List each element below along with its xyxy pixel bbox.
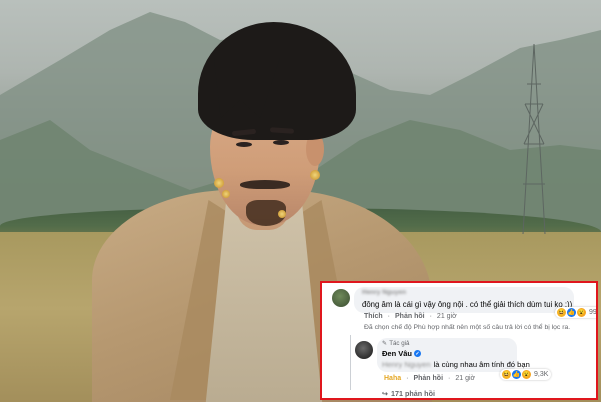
commenter-name[interactable]: Henry Nguyen: [362, 289, 406, 296]
wow-icon: 😮: [522, 370, 531, 379]
like-icon: 👍: [512, 370, 521, 379]
author-badge-label: Tác giả: [389, 340, 410, 347]
haha-icon: 😆: [557, 308, 566, 317]
separator: ·: [387, 313, 391, 320]
comment-timestamp[interactable]: 21 giờ: [437, 313, 457, 320]
wow-icon: 😮: [577, 308, 586, 317]
reply-text: Henry Nguyen là cùng nhau âm tính đó bạn: [382, 360, 530, 369]
flower-decoration: [310, 170, 320, 180]
reply-author-name[interactable]: Đen Vâu: [382, 349, 412, 358]
reply-arrow-icon: ↪: [382, 389, 389, 398]
verified-icon: ✓: [414, 350, 422, 357]
facebook-comment-thread: Henry Nguyen đông âm là cái gì vậy ông n…: [320, 281, 598, 400]
reply-timestamp[interactable]: 21 giờ: [455, 375, 475, 382]
view-replies-label: 171 phản hồi: [391, 389, 435, 398]
flower-decoration: [278, 210, 286, 218]
reply-reaction-count: 9,3K: [534, 371, 549, 378]
separator: ·: [448, 375, 451, 382]
author-badge: ✎ Tác giả: [382, 340, 409, 347]
reply-actions: Haha · Phản hồi · 21 giờ: [384, 375, 475, 382]
view-replies-link[interactable]: ↪ 171 phản hồi: [382, 389, 435, 398]
filter-notice: Đã chọn chế độ Phù hợp nhất nên một số c…: [364, 324, 571, 331]
like-icon: 👍: [567, 308, 576, 317]
eye-left: [236, 142, 252, 147]
commenter-avatar[interactable]: [332, 289, 350, 307]
reply-button[interactable]: Phản hồi: [413, 375, 443, 382]
flower-decoration: [222, 190, 230, 198]
eye-right: [273, 140, 289, 145]
reply-reactions[interactable]: 😆 👍 😮 9,3K: [500, 369, 552, 380]
power-pylon: [522, 44, 546, 234]
haha-icon: 😆: [502, 370, 511, 379]
reacted-haha-button[interactable]: Haha: [384, 375, 401, 382]
like-button[interactable]: Thích: [364, 313, 383, 320]
separator: ·: [429, 313, 432, 320]
separator: ·: [406, 375, 409, 382]
comment-actions: Thích · Phản hồi · 21 giờ: [364, 313, 457, 320]
pencil-icon: ✎: [382, 340, 388, 347]
flower-decoration: [214, 178, 224, 188]
reply-message: là cùng nhau âm tính đó bạn: [433, 360, 530, 369]
reply-mention[interactable]: Henry Nguyen: [382, 360, 431, 369]
author-avatar[interactable]: [355, 341, 373, 359]
comment-reactions[interactable]: 😆 👍 😮 993: [555, 307, 597, 318]
mustache: [240, 180, 290, 189]
reply-button[interactable]: Phản hồi: [395, 313, 425, 320]
comment-text: đông âm là cái gì vậy ông nội . có thể g…: [362, 300, 573, 309]
comment-reaction-count: 993: [589, 309, 597, 316]
reply-author: Đen Vâu ✓: [382, 349, 422, 358]
reply-thread-line: [350, 335, 351, 390]
